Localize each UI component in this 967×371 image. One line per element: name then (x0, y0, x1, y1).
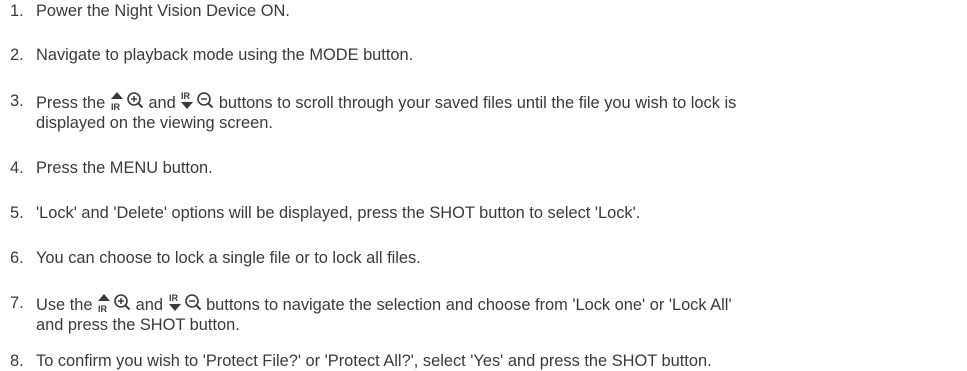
step-number: 8. (10, 352, 24, 370)
svg-text:IR: IR (181, 91, 191, 101)
svg-text:IR: IR (98, 304, 108, 313)
step-text: To confirm you wish to 'Protect File?' o… (36, 352, 712, 370)
step-number: 7. (10, 294, 24, 312)
up-ir-zoom-in-icon: IR (97, 293, 131, 313)
step-text-pre: Press the (36, 94, 110, 112)
up-ir-zoom-in-icon: IR (110, 91, 144, 111)
step-text: Power the Night Vision Device ON. (36, 2, 290, 20)
step-text: Navigate to playback mode using the MODE… (36, 46, 414, 64)
step-line-1: Use the IR and IR buttons to navigate th… (36, 293, 963, 315)
instruction-list: 1. Power the Night Vision Device ON. 2. … (0, 0, 967, 371)
down-ir-zoom-out-icon: IR (168, 293, 202, 313)
step-text-post: buttons to scroll through your saved fil… (214, 94, 737, 112)
step-number: 5. (10, 204, 24, 222)
step-line-2: displayed on the viewing screen. (36, 114, 273, 132)
step-text: 'Lock' and 'Delete' options will be disp… (36, 204, 641, 222)
step-text-pre: Use the (36, 296, 98, 314)
step-line-1: Press the IR and IR buttons to scroll th… (36, 91, 963, 113)
down-ir-zoom-out-icon: IR (180, 91, 214, 111)
step-number: 3. (10, 92, 24, 110)
step-line-2: and press the SHOT button. (36, 316, 240, 334)
step-text: Press the MENU button. (36, 159, 213, 177)
step-text-mid: and (143, 94, 181, 112)
step-text: You can choose to lock a single file or … (36, 249, 421, 267)
step-number: 1. (10, 2, 24, 20)
svg-text:IR: IR (169, 293, 179, 303)
step-number: 6. (10, 249, 24, 267)
step-number: 2. (10, 46, 24, 64)
step-text-mid: and (131, 296, 168, 314)
step-text-post: buttons to navigate the selection and ch… (201, 296, 732, 314)
svg-text:IR: IR (111, 102, 121, 111)
step-number: 4. (10, 159, 24, 177)
